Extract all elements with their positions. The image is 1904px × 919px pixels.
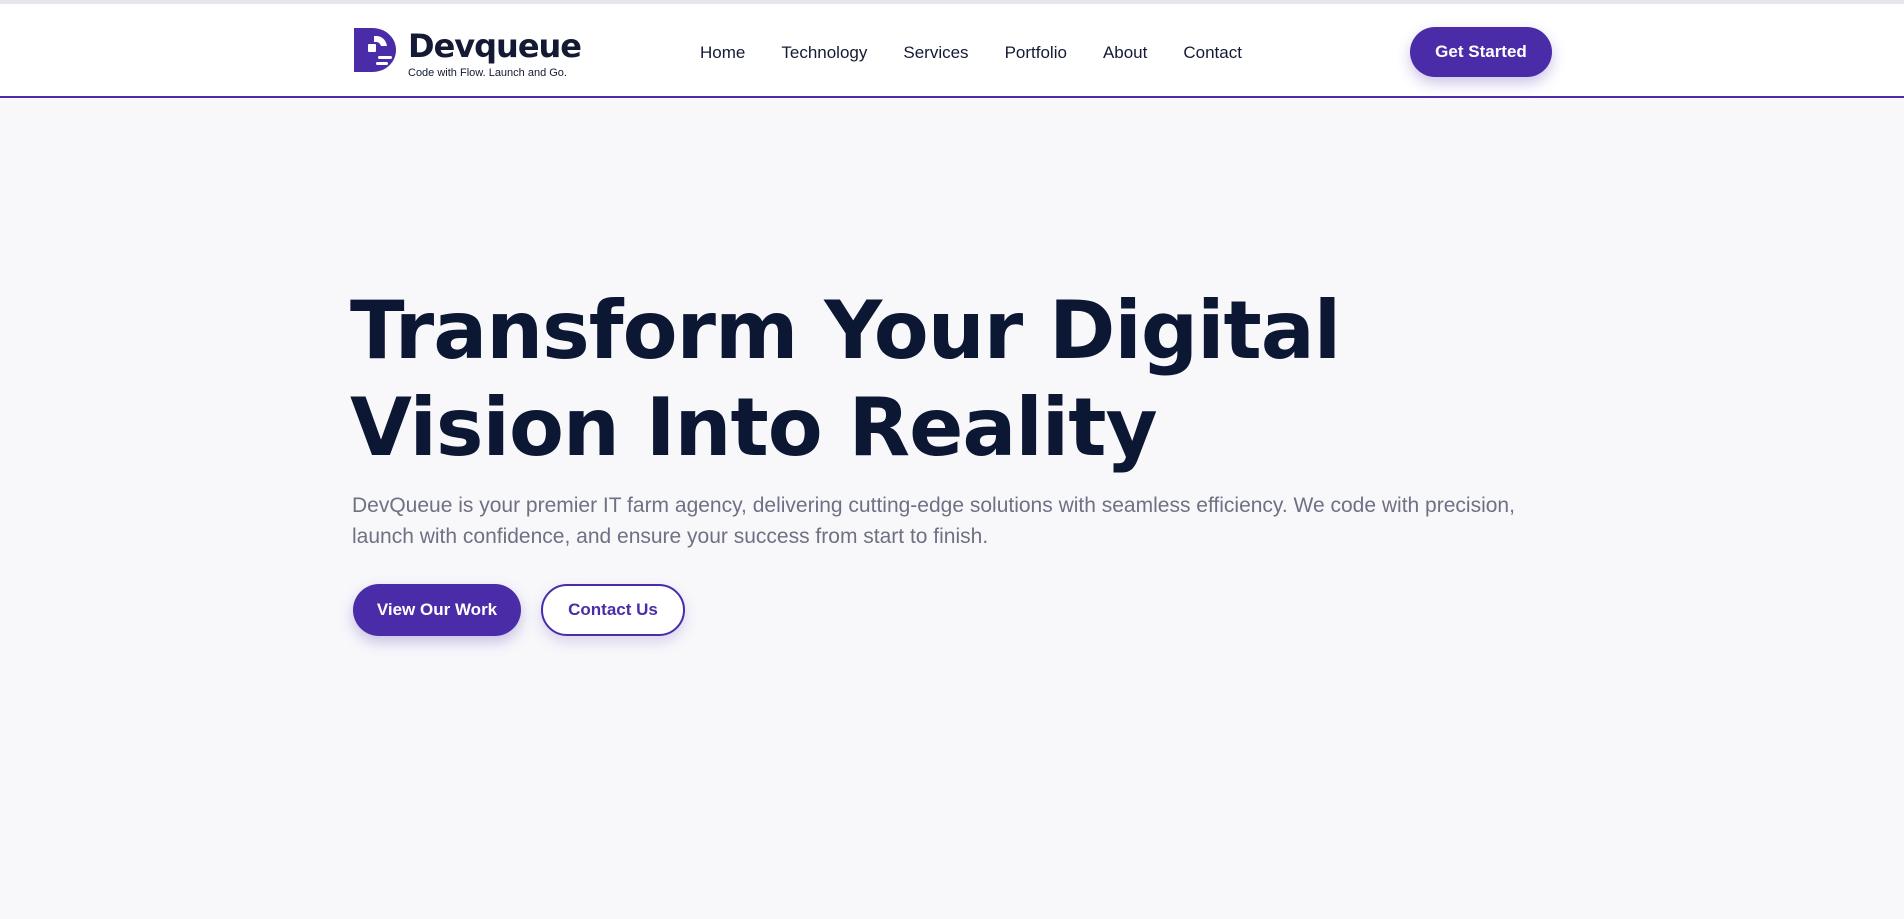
nav-item-contact[interactable]: Contact (1183, 42, 1242, 64)
devqueue-logo-icon (354, 28, 396, 72)
hero-title-line-1: Transform Your Digital (350, 284, 1341, 377)
hero-title-line-2: Vision Into Reality (350, 381, 1158, 474)
nav-item-services[interactable]: Services (903, 42, 968, 64)
brand-name: Devqueue (408, 27, 582, 65)
nav-item-about[interactable]: About (1103, 42, 1147, 64)
view-our-work-button[interactable]: View Our Work (353, 584, 521, 636)
nav-item-home[interactable]: Home (700, 42, 745, 64)
hero-title: Transform Your Digital Vision Into Reali… (350, 282, 1550, 476)
main-nav: Home Technology Services Portfolio About… (700, 42, 1278, 64)
contact-us-button[interactable]: Contact Us (541, 584, 685, 636)
logo-link[interactable]: Devqueue Code with Flow. Launch and Go. (352, 24, 582, 79)
brand-tagline: Code with Flow. Launch and Go. (408, 67, 567, 79)
nav-item-portfolio[interactable]: Portfolio (1005, 42, 1067, 64)
nav-item-technology[interactable]: Technology (781, 42, 867, 64)
hero-description: DevQueue is your premier IT farm agency,… (352, 494, 1515, 548)
get-started-button[interactable]: Get Started (1410, 27, 1552, 77)
site-header: Devqueue Code with Flow. Launch and Go. … (0, 4, 1904, 98)
